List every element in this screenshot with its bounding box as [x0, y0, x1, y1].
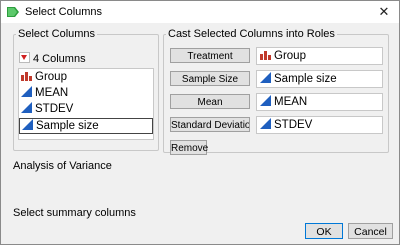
nominal-bars-icon — [260, 51, 271, 60]
continuous-triangle-icon — [22, 119, 33, 130]
continuous-triangle-icon — [260, 95, 271, 106]
continuous-triangle-icon — [260, 118, 271, 129]
sample-size-role-box[interactable]: Sample size — [256, 70, 383, 88]
dialog-window: Select Columns ✕ Select Columns 4 Column… — [0, 0, 400, 245]
column-item[interactable]: STDEV — [19, 101, 153, 117]
select-columns-panel: Select Columns 4 Columns Group MEAN STDE… — [13, 28, 159, 151]
mean-role-button[interactable]: Mean — [170, 94, 250, 109]
instruction-label: Select summary columns — [13, 207, 136, 219]
close-button[interactable]: ✕ — [375, 2, 393, 22]
cast-roles-panel: Cast Selected Columns into Roles Treatme… — [163, 28, 389, 155]
column-item-label: STDEV — [35, 103, 74, 115]
continuous-triangle-icon — [21, 86, 32, 97]
column-list[interactable]: Group MEAN STDEV Sample size — [18, 68, 154, 140]
continuous-triangle-icon — [260, 72, 271, 83]
column-item-label: Group — [35, 71, 67, 83]
sample-size-role-button[interactable]: Sample Size — [170, 71, 250, 86]
column-count-label: 4 Columns — [33, 53, 86, 65]
treatment-role-value: Group — [274, 50, 306, 62]
treatment-role-button[interactable]: Treatment — [170, 48, 250, 63]
standard-deviation-role-value: STDEV — [274, 119, 313, 131]
treatment-role-box[interactable]: Group — [256, 47, 383, 65]
select-columns-legend: Select Columns — [18, 28, 96, 40]
column-item-selected[interactable]: Sample size — [19, 118, 153, 134]
close-icon[interactable]: ✕ — [379, 4, 390, 19]
mean-role-box[interactable]: MEAN — [256, 93, 383, 111]
column-count-row[interactable]: 4 Columns — [19, 52, 86, 66]
standard-deviation-role-box[interactable]: STDEV — [256, 116, 383, 134]
nominal-bars-icon — [21, 72, 32, 81]
ok-button[interactable]: OK — [305, 223, 343, 239]
column-item-label: Sample size — [36, 120, 99, 132]
analysis-type-label: Analysis of Variance — [13, 160, 112, 172]
continuous-triangle-icon — [21, 102, 32, 113]
red-triangle-menu-icon[interactable] — [19, 52, 30, 63]
mean-role-value: MEAN — [274, 96, 308, 108]
sample-size-role-value: Sample size — [274, 73, 337, 85]
column-item[interactable]: MEAN — [19, 85, 153, 101]
column-item-label: MEAN — [35, 87, 69, 99]
column-item[interactable]: Group — [19, 69, 153, 85]
standard-deviation-role-button[interactable]: Standard Deviation — [170, 117, 250, 132]
dialog-body: Select Columns 4 Columns Group MEAN STDE… — [1, 23, 399, 244]
cancel-button[interactable]: Cancel — [348, 223, 393, 239]
cast-roles-legend: Cast Selected Columns into Roles — [168, 28, 335, 40]
jmp-app-icon — [7, 7, 19, 17]
title-bar: Select Columns ✕ — [1, 1, 399, 23]
window-title: Select Columns — [25, 6, 103, 18]
remove-button[interactable]: Remove — [170, 140, 208, 155]
